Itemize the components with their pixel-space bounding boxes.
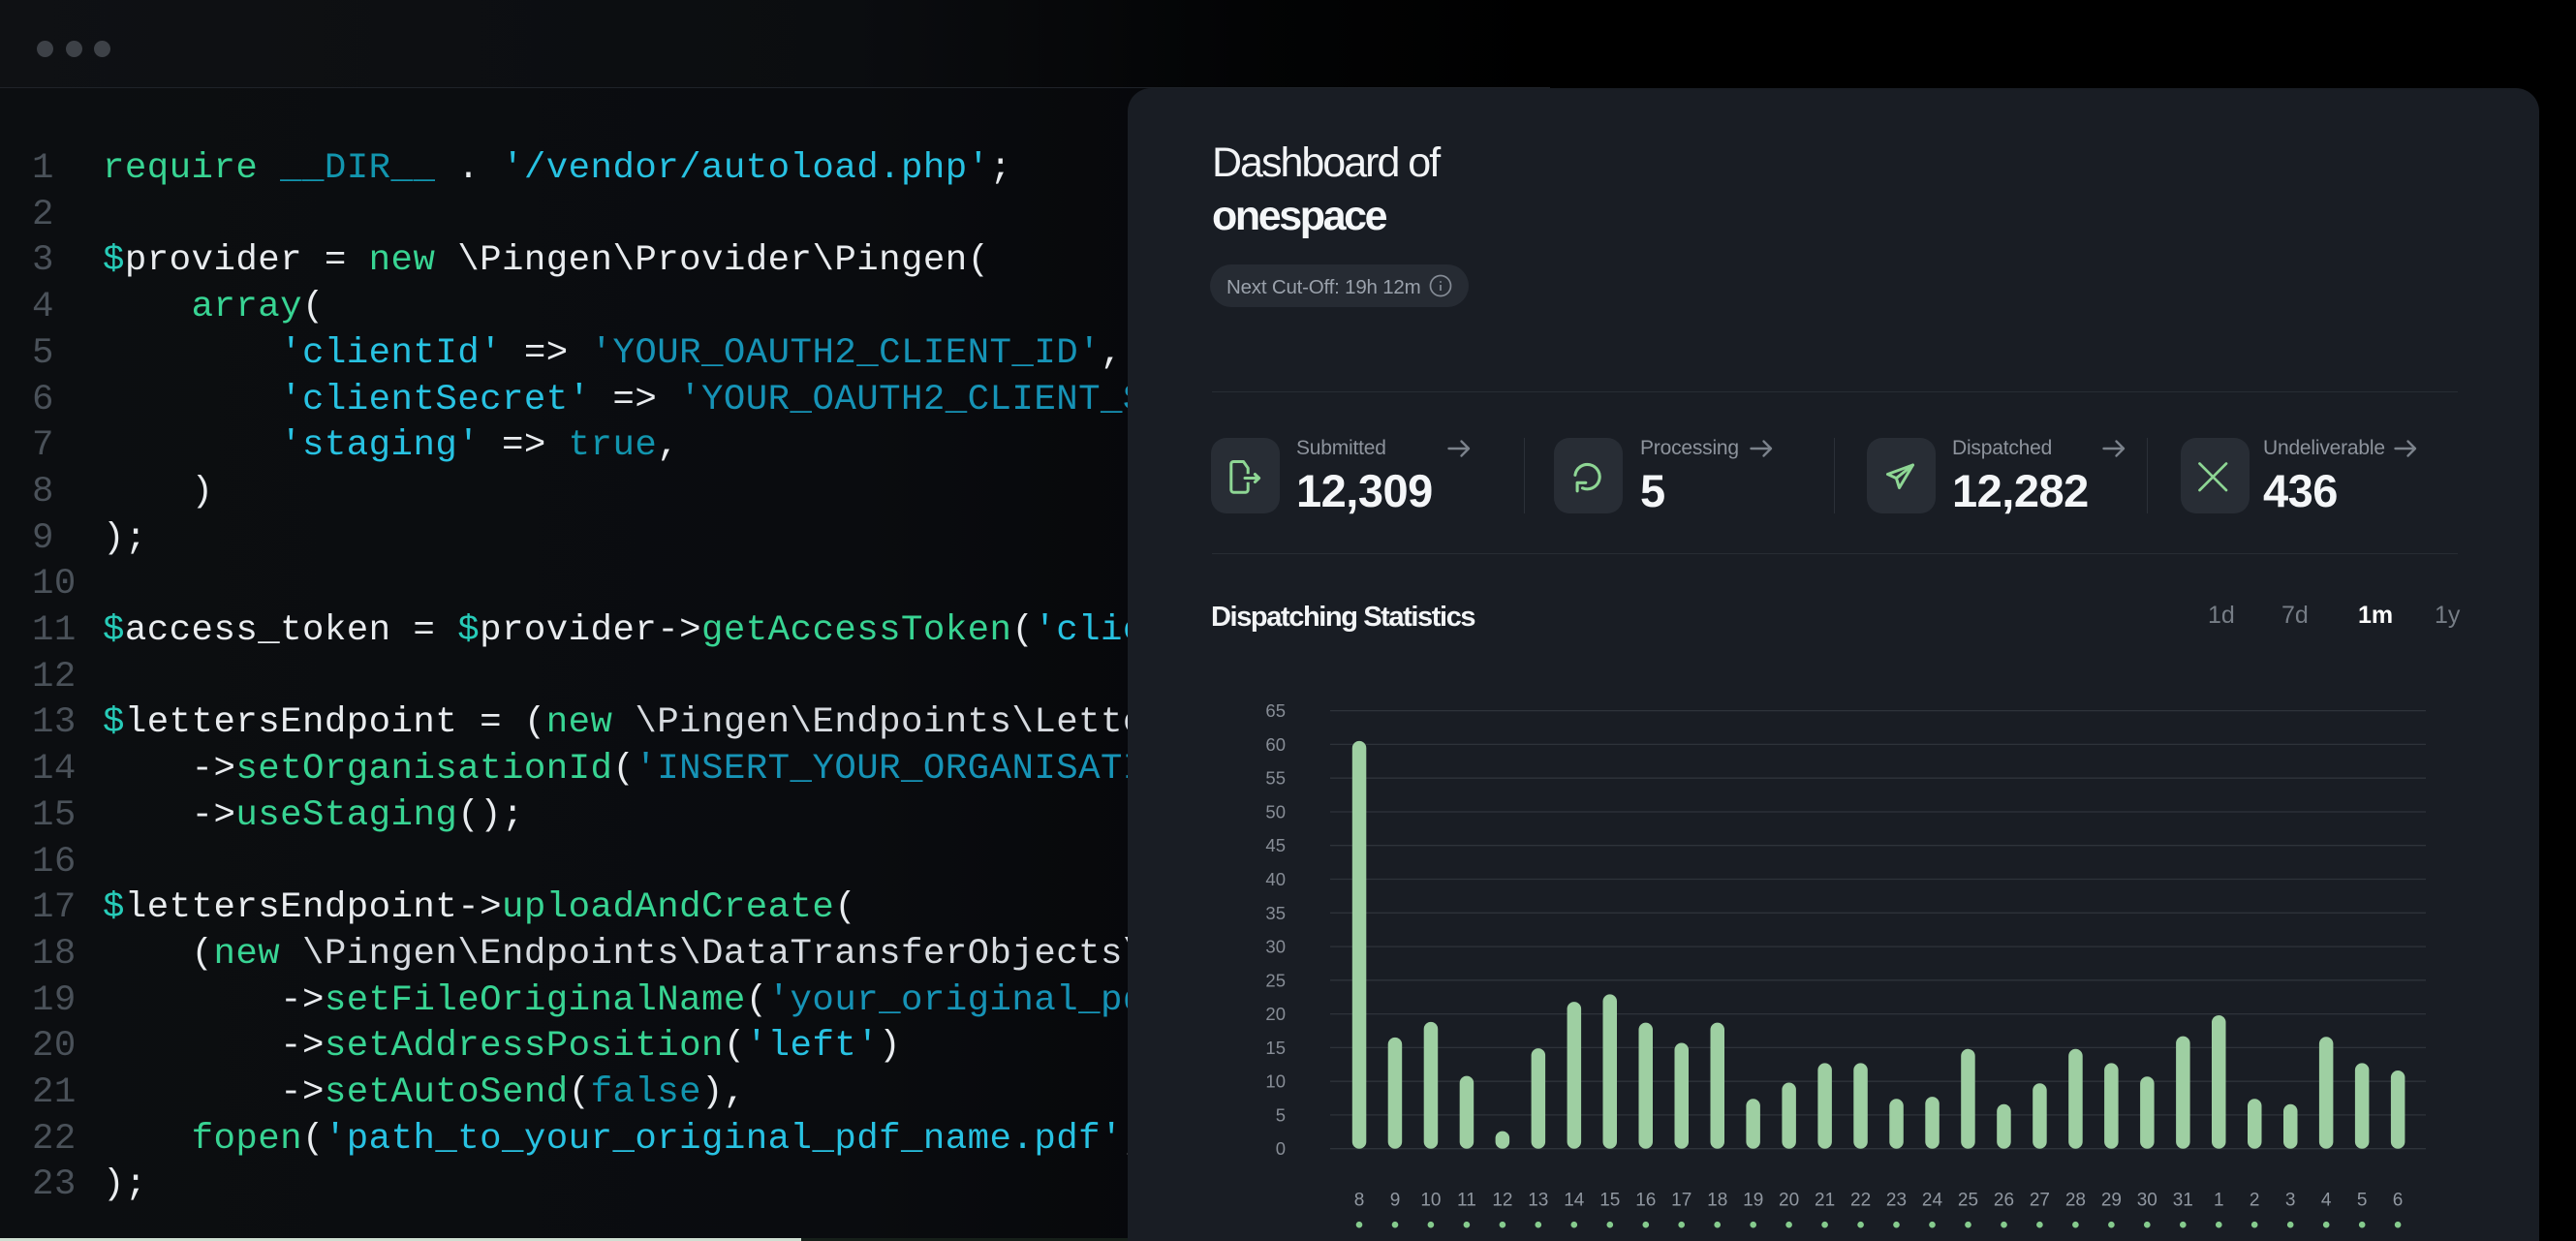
svg-text:6: 6	[2393, 1191, 2404, 1211]
svg-text:30: 30	[2137, 1191, 2157, 1211]
svg-text:15: 15	[1599, 1191, 1620, 1211]
svg-text:60: 60	[1265, 734, 1286, 755]
svg-text:45: 45	[1265, 835, 1286, 855]
svg-text:25: 25	[1958, 1191, 1978, 1211]
svg-text:24: 24	[1922, 1191, 1943, 1211]
svg-text:31: 31	[2173, 1191, 2193, 1211]
svg-text:20: 20	[1779, 1191, 1799, 1211]
svg-text:65: 65	[1265, 700, 1286, 721]
svg-text:22: 22	[1850, 1191, 1871, 1211]
svg-text:9: 9	[1390, 1191, 1401, 1211]
svg-text:0: 0	[1276, 1138, 1286, 1159]
svg-text:35: 35	[1265, 903, 1286, 923]
svg-text:55: 55	[1265, 768, 1286, 789]
svg-text:17: 17	[1671, 1191, 1691, 1211]
svg-text:16: 16	[1635, 1191, 1656, 1211]
svg-text:10: 10	[1420, 1191, 1441, 1211]
svg-text:15: 15	[1265, 1038, 1286, 1058]
svg-text:30: 30	[1265, 937, 1286, 957]
svg-text:1: 1	[2214, 1191, 2224, 1211]
svg-text:8: 8	[1354, 1191, 1365, 1211]
svg-text:29: 29	[2101, 1191, 2122, 1211]
svg-text:11: 11	[1457, 1191, 1476, 1211]
svg-text:23: 23	[1886, 1191, 1907, 1211]
svg-text:21: 21	[1815, 1191, 1835, 1211]
svg-text:5: 5	[2357, 1191, 2368, 1211]
svg-text:10: 10	[1265, 1071, 1286, 1092]
svg-text:28: 28	[2065, 1191, 2086, 1211]
svg-text:13: 13	[1528, 1191, 1548, 1211]
svg-text:2: 2	[2250, 1191, 2260, 1211]
svg-text:14: 14	[1564, 1191, 1585, 1211]
svg-text:3: 3	[2285, 1191, 2296, 1211]
svg-text:40: 40	[1265, 869, 1286, 889]
svg-text:4: 4	[2321, 1191, 2332, 1211]
svg-text:20: 20	[1265, 1004, 1286, 1024]
svg-text:27: 27	[2030, 1191, 2050, 1211]
svg-text:50: 50	[1265, 802, 1286, 822]
svg-text:12: 12	[1492, 1191, 1512, 1211]
svg-text:19: 19	[1743, 1191, 1763, 1211]
svg-text:26: 26	[1994, 1191, 2014, 1211]
svg-text:5: 5	[1276, 1104, 1286, 1125]
svg-text:25: 25	[1265, 970, 1286, 990]
svg-text:18: 18	[1707, 1191, 1727, 1211]
